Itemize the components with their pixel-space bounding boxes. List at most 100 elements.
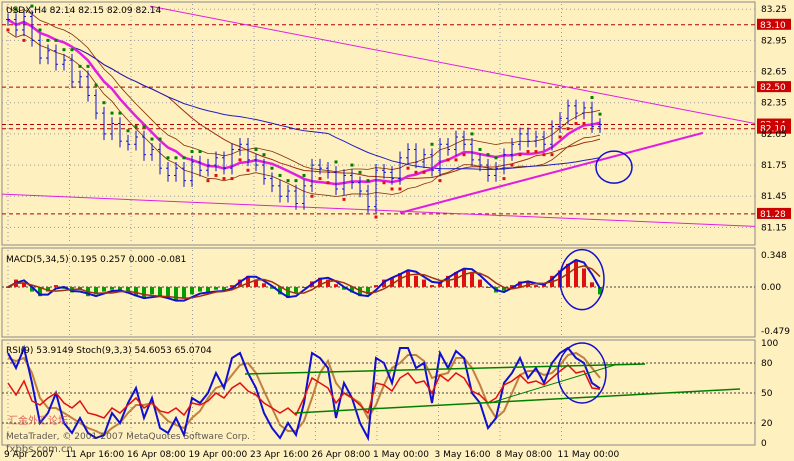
sar-dot (406, 166, 410, 170)
sar-dot (526, 150, 530, 154)
sar-dot (326, 181, 330, 185)
sar-dot (302, 173, 306, 177)
lower-envelope-line (7, 31, 601, 197)
y-tick-label: 82.95 (761, 36, 787, 46)
sar-dot (558, 135, 562, 139)
macd-title: MACD(5,34,5) 0.195 0.257 0.000 -0.081 (6, 255, 186, 265)
macd-bar (214, 286, 218, 290)
macd-main-line (7, 258, 601, 302)
osc-tick-label: 0 (761, 439, 767, 449)
sar-dot (70, 48, 74, 52)
sar-dot (454, 158, 458, 162)
sar-dot (254, 147, 258, 151)
sar-dot (38, 28, 42, 32)
sar-dot (222, 177, 226, 181)
sar-dot (518, 153, 522, 157)
osc-tick-label: 80 (761, 359, 773, 369)
oscillator-lines (2, 342, 755, 442)
x-tick-label: 8 May 08:00 (496, 450, 552, 460)
sar-dot (550, 153, 554, 157)
sar-dot (198, 150, 202, 154)
sar-dot (486, 153, 490, 157)
main-title: USDX,H4 82.14 82.15 82.09 82.14 (6, 6, 162, 16)
x-tick-label: 16 Apr 08:00 (127, 450, 186, 460)
macd-bar (582, 268, 586, 287)
macd-bar (102, 286, 106, 292)
highlight-circle-osc (557, 342, 607, 404)
sar-dot (446, 158, 450, 162)
sar-dot (414, 170, 418, 174)
macd-bar (150, 286, 154, 295)
price-candles (6, 4, 602, 219)
sar-dot (182, 156, 186, 160)
sar-dot (142, 125, 146, 129)
sar-dot (382, 181, 386, 185)
x-axis-labels: 9 Apr 2007 11 Apr 16:00 16 Apr 08:00 19 Apr… (4, 450, 619, 460)
macd-bar (430, 285, 434, 287)
trendline-upper (149, 5, 756, 124)
sar-dot (318, 177, 322, 181)
sar-dot (262, 153, 266, 157)
sar-dot (438, 179, 442, 183)
macd-bar (182, 286, 186, 299)
watermark-copyright: MetaTrader, © 2001-2007 MetaQuotes Softw… (6, 432, 250, 442)
macd-bar (174, 286, 178, 301)
sar-dot (190, 150, 194, 154)
macd-tick-label: 0.348 (761, 251, 787, 261)
sar-dot (174, 156, 178, 160)
overlays (1, 5, 756, 227)
sar-dot (166, 156, 170, 160)
sar-dot (214, 173, 218, 177)
macd-bar (262, 283, 266, 287)
macd-bar (142, 286, 146, 299)
sar-dot (46, 38, 50, 42)
grid-lines (2, 4, 755, 443)
macd-bar (374, 285, 378, 287)
macd-bar (574, 261, 578, 287)
macd-bar (294, 286, 298, 293)
macd-bar (478, 279, 482, 287)
macd-bar (414, 275, 418, 287)
ma-magenta-line (7, 18, 601, 186)
sar-dot (582, 122, 586, 125)
sar-dot (462, 153, 466, 157)
y-tick-label: 81.45 (761, 192, 787, 202)
y-tick-label: 82.65 (761, 68, 787, 78)
macd-bar (54, 285, 58, 287)
macd-bar (534, 285, 538, 287)
sar-dot (478, 147, 482, 151)
sar-dot (350, 163, 354, 167)
sar-dot (278, 173, 282, 177)
sar-dot (270, 166, 274, 170)
trendline-lower (1, 193, 756, 227)
x-tick-label: 3 May 16:00 (435, 450, 491, 460)
sar-dot (590, 96, 594, 100)
sar-dot (574, 122, 578, 125)
sar-dot (422, 170, 426, 174)
x-tick-label: 23 Apr 16:00 (250, 450, 309, 460)
sar-dot (6, 28, 10, 32)
upper-envelope-line (7, 6, 601, 173)
y-tick-label: 81.75 (761, 161, 787, 171)
macd-bar (110, 286, 114, 290)
macd-bar (470, 273, 474, 287)
sar-dot (126, 129, 130, 133)
sar-dot (230, 177, 234, 181)
sar-dot (94, 83, 98, 87)
sar-dot (374, 215, 378, 219)
price-level-label: 82.50 (760, 83, 786, 93)
sar-dot (342, 197, 346, 201)
macd-bar (406, 270, 410, 287)
y-tick-label: 83.25 (761, 5, 787, 15)
macd-tick-label: 0.00 (761, 283, 781, 293)
ma-blue-line (7, 19, 601, 170)
watermark-chinese: 汇金外汇论坛 (8, 414, 68, 427)
sar-dot (246, 168, 250, 172)
sar-dot (54, 38, 58, 42)
osc-trendline-lower (294, 388, 741, 414)
sar-dot (390, 187, 394, 191)
sar-dot (118, 111, 122, 115)
macd-signal-line (7, 265, 601, 300)
osc-tick-label: 20 (761, 419, 773, 429)
sar-dot (598, 112, 602, 116)
